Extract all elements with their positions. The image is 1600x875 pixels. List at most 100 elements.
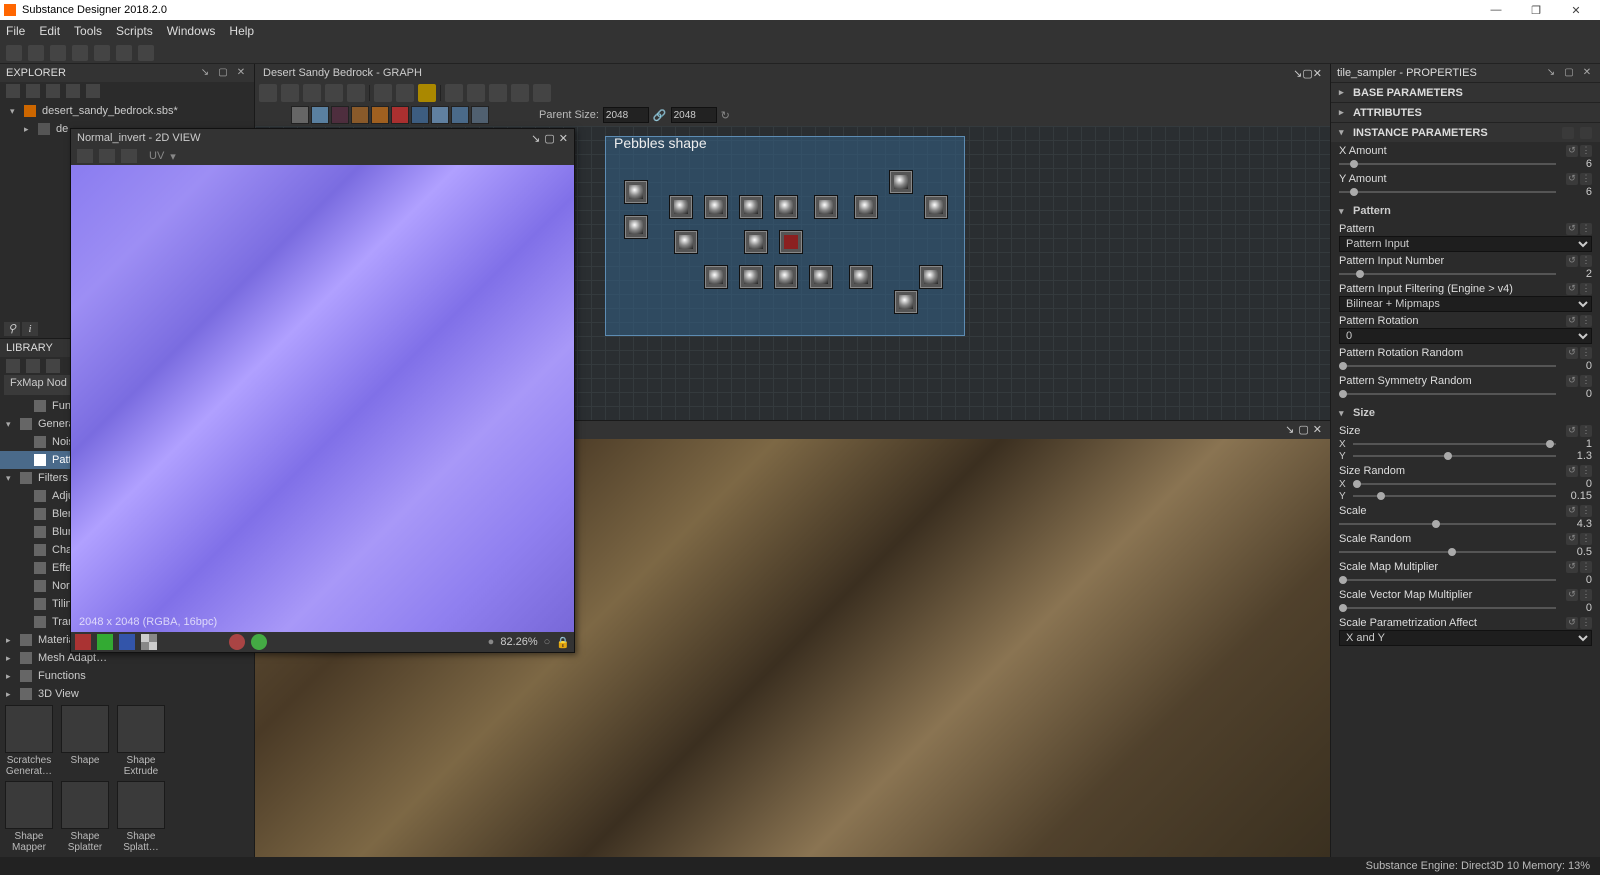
graph-node[interactable] — [890, 171, 912, 193]
explorer-tab-info[interactable]: ⚲ — [4, 322, 20, 336]
color-swatch[interactable] — [371, 106, 389, 124]
graph-node[interactable] — [670, 196, 692, 218]
graph-node[interactable] — [815, 196, 837, 218]
panel-minimize-icon[interactable]: ↘ — [1285, 423, 1294, 436]
color-swatch[interactable] — [431, 106, 449, 124]
graph-node[interactable] — [675, 231, 697, 253]
graph-node[interactable] — [775, 266, 797, 288]
undo-icon[interactable] — [116, 45, 132, 61]
slider[interactable] — [1353, 450, 1556, 462]
reload-icon[interactable] — [28, 45, 44, 61]
explorer-tool-icon[interactable] — [6, 84, 20, 98]
explorer-tool-icon[interactable] — [26, 84, 40, 98]
view2d-canvas[interactable]: 2048 x 2048 (RGBA, 16bpc) — [71, 165, 574, 632]
section-action-icon[interactable] — [1562, 127, 1574, 139]
color-swatch[interactable] — [291, 106, 309, 124]
close-button[interactable]: ✕ — [1556, 4, 1596, 17]
explorer-tool-icon[interactable] — [66, 84, 80, 98]
library-tool-icon[interactable] — [26, 359, 40, 373]
library-tool-icon[interactable] — [46, 359, 60, 373]
refresh-icon[interactable]: ↻ — [721, 109, 730, 122]
graph-node[interactable] — [625, 216, 647, 238]
panel-minimize-icon[interactable]: ↘ — [1293, 67, 1302, 80]
graph-node[interactable] — [705, 266, 727, 288]
graph-tool-icon[interactable] — [281, 84, 299, 102]
graph-tool-icon[interactable] — [533, 84, 551, 102]
graph-node[interactable] — [740, 266, 762, 288]
uv-toggle[interactable]: UV — [149, 150, 164, 162]
slider[interactable] — [1339, 518, 1556, 530]
slider[interactable] — [1339, 388, 1556, 400]
panel-close-icon[interactable]: ✕ — [1580, 66, 1594, 80]
info-icon[interactable] — [325, 84, 343, 102]
library-tree-item[interactable]: ▸3D View — [0, 685, 254, 701]
slider[interactable] — [1353, 478, 1556, 490]
view2d-tool-icon[interactable] — [444, 634, 460, 650]
library-thumb[interactable]: Shape Splatter — [60, 781, 110, 853]
chevron-down-icon[interactable]: ▾ — [170, 150, 176, 163]
view2d-panel[interactable]: Normal_invert - 2D VIEW ↘ ▢ ✕ UV ▾ 2048 … — [70, 128, 575, 653]
parent-size-y-input[interactable] — [671, 107, 717, 123]
slider[interactable] — [1339, 360, 1556, 372]
graph-node[interactable] — [705, 196, 727, 218]
explorer-tool-icon[interactable] — [46, 84, 60, 98]
section-base-parameters[interactable]: ▸BASE PARAMETERS — [1331, 82, 1600, 102]
library-thumb[interactable]: Shape Extrude — [116, 705, 166, 777]
parent-size-x-input[interactable] — [603, 107, 649, 123]
slider[interactable] — [1339, 602, 1556, 614]
property-select[interactable]: X and Y — [1339, 630, 1592, 646]
channel-b-icon[interactable] — [119, 634, 135, 650]
color-swatch[interactable] — [451, 106, 469, 124]
color-swatch[interactable] — [311, 106, 329, 124]
graph-node[interactable] — [925, 196, 947, 218]
channel-a-icon[interactable] — [141, 634, 157, 650]
graph-tool-icon[interactable] — [374, 84, 392, 102]
library-thumb[interactable]: Shape — [60, 705, 110, 777]
slider[interactable] — [1353, 490, 1556, 502]
graph-node[interactable] — [775, 196, 797, 218]
view2d-tool-icon[interactable] — [163, 634, 179, 650]
slider[interactable] — [1339, 158, 1556, 170]
maximize-button[interactable]: ❐ — [1516, 4, 1556, 17]
view2d-tool-icon[interactable] — [77, 149, 93, 163]
panel-close-icon[interactable]: ✕ — [559, 132, 568, 145]
save-icon[interactable] — [72, 45, 88, 61]
explorer-tool-icon[interactable] — [86, 84, 100, 98]
panel-popout-icon[interactable]: ▢ — [1302, 67, 1312, 80]
section-attributes[interactable]: ▸ATTRIBUTES — [1331, 102, 1600, 122]
panel-popout-icon[interactable]: ▢ — [544, 132, 554, 145]
slider[interactable] — [1339, 546, 1556, 558]
redo-icon[interactable] — [138, 45, 154, 61]
panel-minimize-icon[interactable]: ↘ — [531, 132, 540, 145]
library-tool-icon[interactable] — [6, 359, 20, 373]
lock-icon[interactable]: 🔒 — [556, 636, 570, 649]
explorer-tab-meta[interactable]: i — [22, 322, 38, 336]
color-swatch[interactable] — [351, 106, 369, 124]
view2d-tool-icon[interactable] — [185, 634, 201, 650]
color-swatch[interactable] — [471, 106, 489, 124]
library-thumb[interactable]: Shape Splatt… — [116, 781, 166, 853]
menu-windows[interactable]: Windows — [167, 24, 216, 38]
library-thumb[interactable]: Scratches Generat… — [4, 705, 54, 777]
menu-tools[interactable]: Tools — [74, 24, 102, 38]
property-select[interactable]: Pattern Input — [1339, 236, 1592, 252]
graph-node[interactable] — [895, 291, 917, 313]
graph-node[interactable] — [855, 196, 877, 218]
color-swatch[interactable] — [411, 106, 429, 124]
menu-help[interactable]: Help — [229, 24, 254, 38]
section-instance-parameters[interactable]: ▾INSTANCE PARAMETERS — [1331, 122, 1600, 142]
library-tree-item[interactable]: ▸Functions — [0, 667, 254, 685]
python-icon[interactable] — [418, 84, 436, 102]
channel-r-icon[interactable] — [75, 634, 91, 650]
graph-node[interactable] — [625, 181, 647, 203]
color-swatch[interactable] — [391, 106, 409, 124]
link-icon[interactable]: 🔗 — [653, 109, 667, 122]
graph-node[interactable] — [920, 266, 942, 288]
save-icon[interactable] — [99, 149, 115, 163]
slider[interactable] — [1339, 186, 1556, 198]
view2d-tool-icon[interactable] — [207, 634, 223, 650]
slider[interactable] — [1339, 268, 1556, 280]
section-action-icon[interactable] — [1580, 127, 1592, 139]
shuffle-icon[interactable] — [445, 84, 463, 102]
save-all-icon[interactable] — [94, 45, 110, 61]
